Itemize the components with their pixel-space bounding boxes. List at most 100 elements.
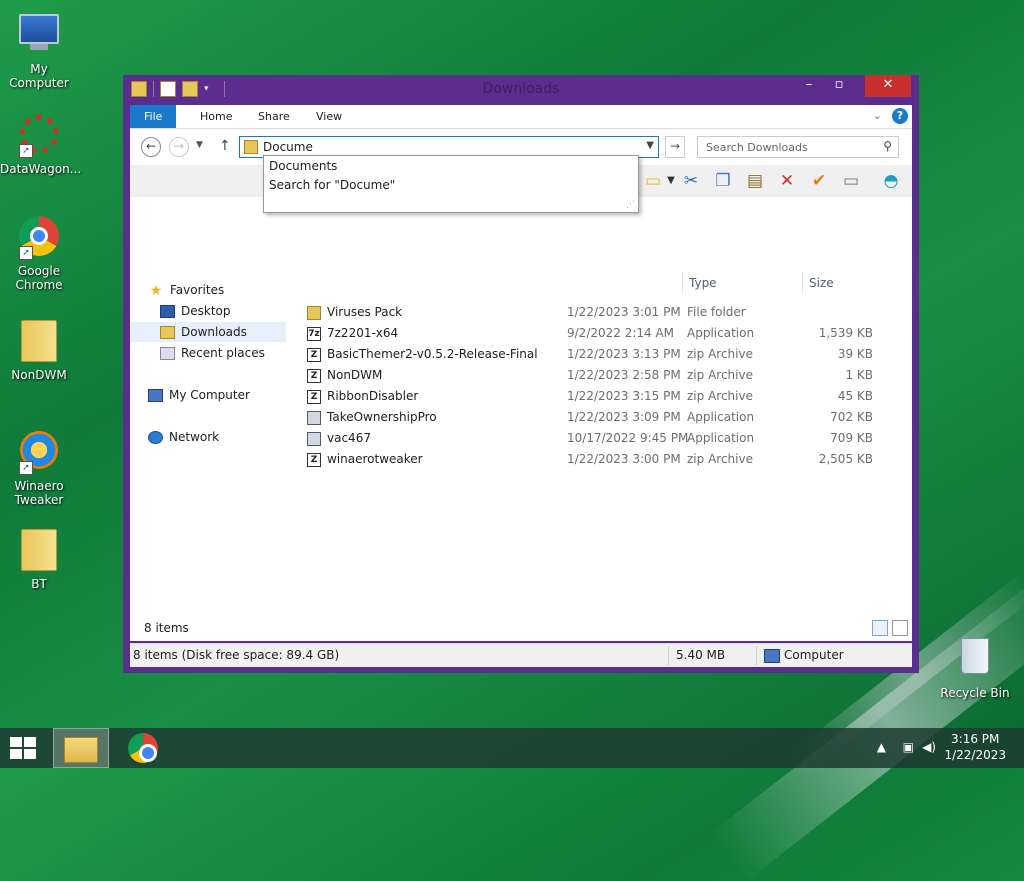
- desktop-icon-my-computer[interactable]: My Computer: [0, 10, 78, 90]
- rename-icon[interactable]: ▭: [840, 170, 862, 192]
- up-button[interactable]: ↑: [219, 138, 231, 154]
- taskbar-chrome[interactable]: [115, 728, 171, 768]
- file-row[interactable]: vac467 10/17/2022 9:45 PM Application 70…: [300, 428, 890, 449]
- recycle-bin-icon: [953, 638, 997, 682]
- tab-share[interactable]: Share: [244, 105, 304, 128]
- tab-view[interactable]: View: [302, 105, 356, 128]
- nav-desktop[interactable]: Desktop: [130, 301, 286, 321]
- nav-favorites[interactable]: ★ Favorites: [148, 280, 304, 300]
- desktop-icon-nondwm[interactable]: NonDWM: [0, 318, 78, 382]
- datawagon-icon: ➚: [17, 114, 61, 158]
- taskbar: ▲ ▣ ◀) 3:16 PM 1/22/2023: [0, 728, 1024, 768]
- application-icon: [307, 432, 321, 446]
- desktop-icon-google-chrome[interactable]: ➚ Google Chrome: [0, 214, 78, 292]
- file-type: Application: [687, 431, 755, 445]
- file-row[interactable]: Z NonDWM 1/22/2023 2:58 PM zip Archive 1…: [300, 365, 890, 386]
- large-icons-view-icon[interactable]: [892, 620, 908, 636]
- nav-label: My Computer: [169, 388, 250, 402]
- computer-icon: [17, 14, 61, 58]
- minimize-button[interactable]: –: [794, 75, 824, 97]
- file-row[interactable]: Viruses Pack 1/22/2023 3:01 PM File fold…: [300, 302, 890, 323]
- title-bar[interactable]: ▾ Downloads – ▫ ✕: [123, 75, 919, 105]
- volume-icon[interactable]: ◀): [922, 740, 936, 754]
- close-button[interactable]: ✕: [865, 75, 911, 97]
- chrome-icon: ➚: [17, 216, 61, 260]
- file-row[interactable]: Z winaerotweaker 1/22/2023 3:00 PM zip A…: [300, 449, 890, 470]
- nav-downloads[interactable]: Downloads: [130, 322, 286, 342]
- go-button[interactable]: →: [665, 136, 685, 158]
- file-type: zip Archive: [687, 368, 753, 382]
- file-date: 1/22/2023 3:13 PM: [567, 347, 681, 361]
- search-input[interactable]: Search Downloads: [706, 141, 808, 154]
- desktop-icon-winaero-tweaker[interactable]: ➚ Winaero Tweaker: [0, 428, 78, 507]
- nav-label: Desktop: [181, 304, 231, 318]
- shell-icon[interactable]: ◓: [880, 170, 902, 192]
- file-date: 1/22/2023 2:58 PM: [567, 368, 681, 382]
- nav-recent-places[interactable]: Recent places: [130, 343, 286, 363]
- copy-icon[interactable]: ❐: [712, 170, 734, 192]
- winaero-icon: ➚: [17, 431, 61, 475]
- expand-ribbon-icon[interactable]: ⌄: [873, 109, 882, 122]
- zip-archive-icon: Z: [307, 453, 321, 467]
- cut-icon[interactable]: ✂: [680, 170, 702, 192]
- nav-label: Recent places: [181, 346, 265, 360]
- computer-icon: [148, 389, 163, 402]
- network-tray-icon[interactable]: ▣: [903, 740, 914, 754]
- folder-icon: [17, 320, 61, 364]
- chevron-down-icon[interactable]: ▼: [646, 140, 654, 151]
- file-date: 1/22/2023 3:01 PM: [567, 305, 681, 319]
- nav-label: Network: [169, 430, 220, 444]
- nav-my-computer[interactable]: My Computer: [148, 385, 304, 405]
- downloads-icon: [160, 326, 175, 339]
- checkmark-icon[interactable]: ✔: [808, 170, 830, 192]
- desktop-icon-label: NonDWM: [11, 368, 67, 382]
- address-input[interactable]: Docume: [263, 140, 313, 154]
- file-size: 1 KB: [845, 368, 873, 382]
- chevron-down-icon[interactable]: ▼: [660, 170, 682, 192]
- desktop-icon-datawagon[interactable]: ➚ DataWagon...: [0, 112, 81, 176]
- back-button[interactable]: ←: [141, 137, 161, 157]
- nav-label: Favorites: [170, 283, 225, 297]
- file-row[interactable]: Z RibbonDisabler 1/22/2023 3:15 PM zip A…: [300, 386, 890, 407]
- item-count: 8 items: [144, 621, 189, 635]
- nav-network[interactable]: Network: [148, 427, 304, 447]
- shortcut-arrow-icon: ➚: [19, 144, 33, 158]
- autocomplete-item[interactable]: Search for "Docume": [269, 178, 395, 192]
- file-row[interactable]: Z BasicThemer2-v0.5.2-Release-Final 1/22…: [300, 344, 890, 365]
- tab-file[interactable]: File: [130, 105, 177, 128]
- recent-locations-dropdown[interactable]: ▼: [196, 140, 203, 150]
- clock[interactable]: 3:16 PM 1/22/2023: [944, 731, 1006, 763]
- desktop-icon-bt[interactable]: BT: [0, 527, 78, 591]
- file-size: 45 KB: [837, 389, 873, 403]
- resize-grip-icon[interactable]: ⋰: [626, 200, 635, 210]
- column-header-size[interactable]: Size: [802, 272, 880, 294]
- delete-icon[interactable]: ✕: [776, 170, 798, 192]
- taskbar-file-explorer[interactable]: [53, 728, 109, 768]
- details-view-icon[interactable]: [872, 620, 888, 636]
- help-icon[interactable]: ?: [892, 108, 908, 124]
- search-box[interactable]: Search Downloads ⚲: [697, 136, 899, 158]
- paste-icon[interactable]: ▤: [744, 170, 766, 192]
- tab-home[interactable]: Home: [186, 105, 246, 128]
- file-size: 1,539 KB: [818, 326, 873, 340]
- content-area: ★ Favorites Desktop Downloads Recent plac…: [130, 197, 912, 615]
- 7zip-icon: 7z: [307, 327, 321, 341]
- file-row[interactable]: TakeOwnershipPro 1/22/2023 3:09 PM Appli…: [300, 407, 890, 428]
- maximize-button[interactable]: ▫: [824, 75, 854, 97]
- item-count-bar: 8 items: [130, 615, 912, 641]
- desktop-icon-recycle-bin[interactable]: Recycle Bin: [936, 634, 1014, 700]
- shortcut-arrow-icon: ➚: [19, 461, 33, 475]
- forward-button[interactable]: →: [169, 137, 189, 157]
- file-type: Application: [687, 326, 755, 340]
- show-hidden-icons[interactable]: ▲: [877, 740, 886, 754]
- navigation-pane: ★ Favorites Desktop Downloads Recent plac…: [130, 197, 290, 615]
- desktop-icon-label: Winaero Tweaker: [14, 479, 64, 507]
- start-button[interactable]: [10, 737, 38, 759]
- file-row[interactable]: 7z 7z2201-x64 9/2/2022 2:14 AM Applicati…: [300, 323, 890, 344]
- file-type: zip Archive: [687, 452, 753, 466]
- autocomplete-item[interactable]: Documents: [269, 159, 337, 173]
- desktop-icon-label: My Computer: [9, 62, 69, 90]
- file-size: 2,505 KB: [818, 452, 873, 466]
- file-name: 7z2201-x64: [327, 326, 399, 340]
- column-header-type[interactable]: Type: [682, 272, 800, 294]
